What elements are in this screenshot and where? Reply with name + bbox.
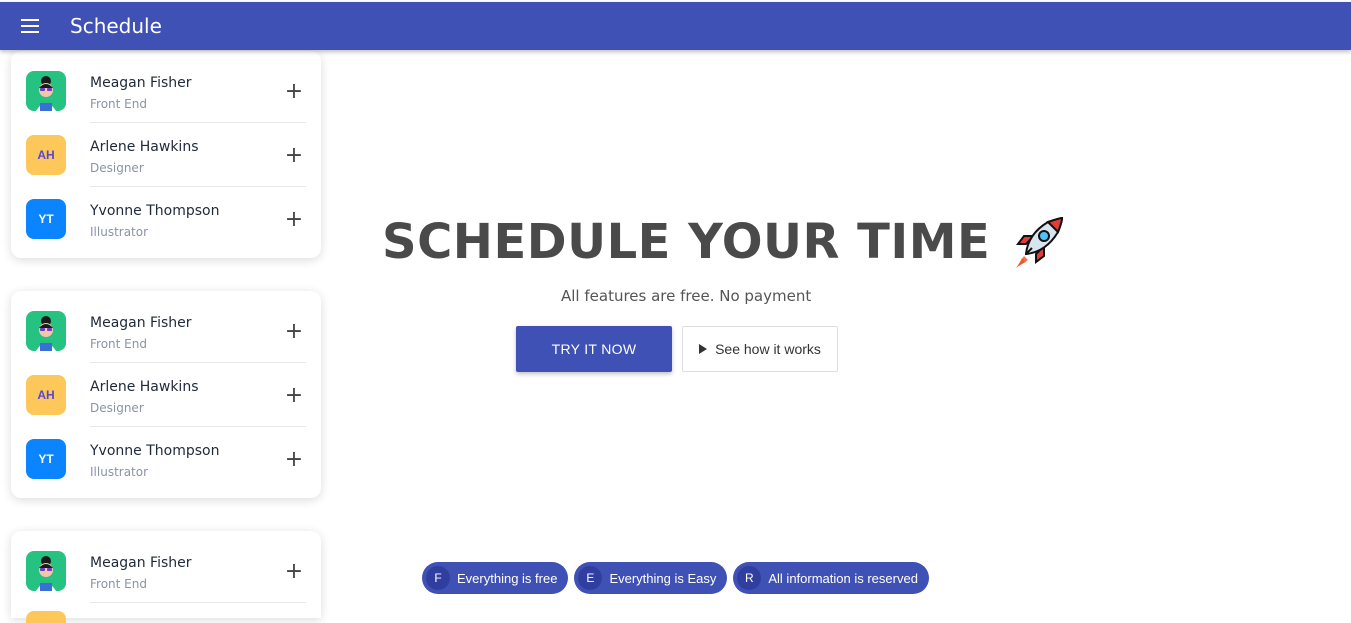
hamburger-menu-icon[interactable] bbox=[0, 2, 60, 50]
chip-label: All information is reserved bbox=[768, 570, 918, 586]
contact-row: Meagan Fisher Front End + bbox=[26, 539, 306, 603]
avatar bbox=[26, 71, 66, 111]
divider bbox=[90, 602, 306, 603]
chip-label: Everything is Easy bbox=[609, 570, 717, 586]
chip-avatar: F bbox=[426, 566, 450, 590]
contact-role: Front End bbox=[90, 337, 147, 351]
chip-avatar: E bbox=[578, 566, 603, 590]
add-icon[interactable]: + bbox=[282, 559, 306, 584]
contact-role: Front End bbox=[90, 97, 147, 111]
feature-chips: F Everything is free E Everything is Eas… bbox=[422, 562, 929, 594]
contact-info: Meagan Fisher Front End bbox=[90, 71, 282, 111]
contact-role: Illustrator bbox=[90, 225, 149, 239]
avatar: AH bbox=[26, 375, 66, 415]
contact-name: Meagan Fisher bbox=[90, 555, 192, 571]
chip-label: Everything is free bbox=[457, 570, 558, 586]
contact-row: YT Yvonne Thompson Illustrator + bbox=[26, 187, 306, 251]
contact-role: Designer bbox=[90, 161, 144, 175]
add-icon[interactable]: + bbox=[282, 79, 306, 104]
contact-name: Yvonne Thompson bbox=[90, 203, 220, 219]
hero-subtitle: All features are free. No payment bbox=[561, 287, 812, 305]
contact-name: Arlene Hawkins bbox=[90, 139, 199, 155]
contact-row: Meagan Fisher Front End + bbox=[26, 299, 306, 363]
avatar: AH bbox=[26, 135, 66, 175]
add-icon[interactable]: + bbox=[282, 143, 306, 168]
contact-card: Meagan Fisher Front End + AH Arlene Hawk… bbox=[11, 51, 321, 258]
avatar bbox=[26, 611, 66, 623]
top-app-bar: Schedule bbox=[0, 2, 1351, 50]
see-how-it-works-label: See how it works bbox=[715, 341, 821, 357]
play-icon bbox=[699, 344, 708, 354]
contact-row: Meagan Fisher Front End + bbox=[26, 59, 306, 123]
person-avatar-icon bbox=[36, 76, 56, 111]
avatar bbox=[26, 311, 66, 351]
contact-name: Yvonne Thompson bbox=[90, 443, 220, 459]
contact-info: Arlene Hawkins Designer bbox=[90, 135, 282, 175]
contact-name: Arlene Hawkins bbox=[90, 379, 199, 395]
contact-info: Yvonne Thompson Illustrator bbox=[90, 439, 282, 479]
add-icon[interactable]: + bbox=[282, 207, 306, 232]
contact-info: Arlene Hawkins Designer bbox=[90, 375, 282, 415]
contact-row: AH Arlene Hawkins Designer + bbox=[26, 123, 306, 187]
see-how-it-works-button[interactable]: See how it works bbox=[682, 326, 838, 372]
contact-row: AH Arlene Hawkins Designer + bbox=[26, 363, 306, 427]
chip-information-reserved[interactable]: R All information is reserved bbox=[733, 562, 929, 594]
contact-name: Meagan Fisher bbox=[90, 315, 192, 331]
contact-role: Designer bbox=[90, 401, 144, 415]
person-avatar-icon bbox=[36, 316, 56, 351]
add-icon[interactable]: + bbox=[282, 319, 306, 344]
contact-role: Front End bbox=[90, 577, 147, 591]
contact-info: Yvonne Thompson Illustrator bbox=[90, 199, 282, 239]
avatar bbox=[26, 551, 66, 591]
contact-role: Illustrator bbox=[90, 465, 149, 479]
add-icon[interactable]: + bbox=[282, 447, 306, 472]
contact-card: Meagan Fisher Front End + AH Arlene Hawk… bbox=[11, 291, 321, 498]
contact-info: Meagan Fisher Front End bbox=[90, 311, 282, 351]
chip-avatar: R bbox=[737, 566, 762, 590]
hero-title: SCHEDULE YOUR TIME bbox=[382, 214, 991, 270]
avatar: YT bbox=[26, 439, 66, 479]
add-icon[interactable]: + bbox=[282, 383, 306, 408]
contact-name: Meagan Fisher bbox=[90, 75, 192, 91]
app-title: Schedule bbox=[70, 14, 162, 38]
contact-row: YT Yvonne Thompson Illustrator + bbox=[26, 427, 306, 491]
hero-heading: SCHEDULE YOUR TIME bbox=[382, 214, 1066, 270]
chip-everything-free[interactable]: F Everything is free bbox=[422, 562, 569, 594]
person-avatar-icon bbox=[36, 556, 56, 591]
contact-info: Meagan Fisher Front End bbox=[90, 551, 282, 591]
contact-card: Meagan Fisher Front End + bbox=[11, 531, 321, 623]
chip-everything-easy[interactable]: E Everything is Easy bbox=[574, 562, 728, 594]
avatar: YT bbox=[26, 199, 66, 239]
rocket-icon bbox=[1016, 216, 1064, 268]
try-it-now-button[interactable]: TRY IT NOW bbox=[516, 326, 672, 372]
